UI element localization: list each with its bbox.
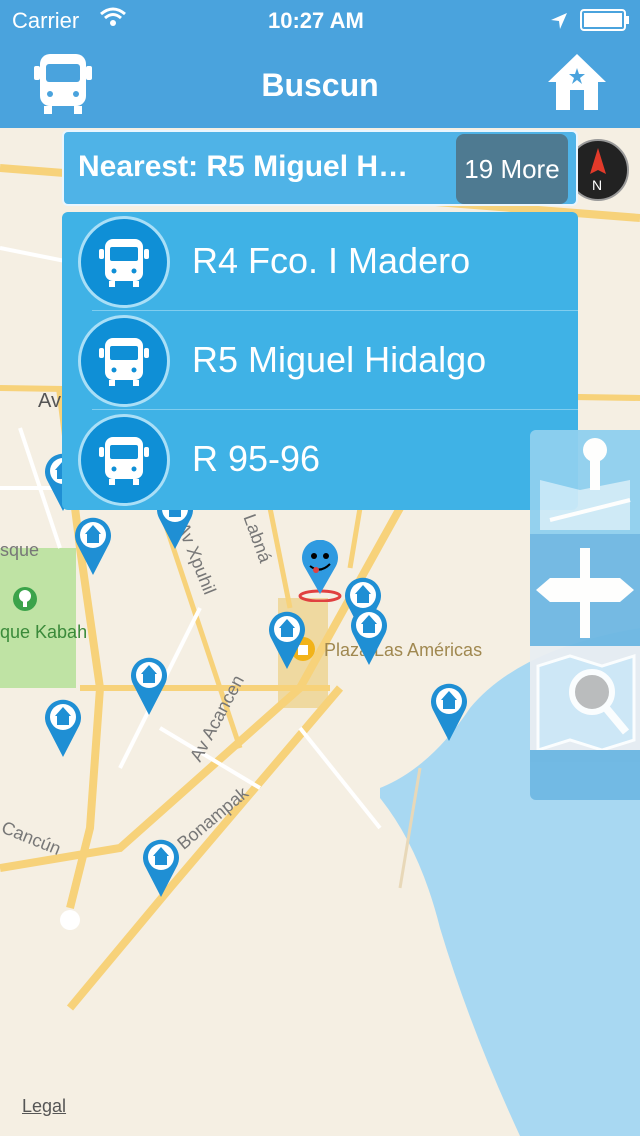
legal-link[interactable]: Legal: [22, 1096, 66, 1117]
road-label-av: Av: [38, 390, 61, 412]
bus-stop-pin[interactable]: [128, 654, 170, 721]
route-label: R5 Miguel Hidalgo: [192, 339, 487, 380]
carrier-text: Carrier: [12, 8, 80, 33]
park-tree-icon: [12, 586, 38, 617]
route-list-item[interactable]: R4 Fco. I Madero: [62, 212, 578, 311]
route-list: R4 Fco. I Madero R5 Miguel Hidalgo R 95-…: [62, 212, 578, 510]
clock: 10:27 AM: [268, 8, 364, 33]
location-arrow-icon: [550, 10, 568, 36]
user-location-marker[interactable]: [296, 539, 344, 607]
home-button[interactable]: [546, 52, 608, 117]
nav-bar: Buscun: [0, 40, 640, 128]
wifi-icon: [100, 6, 126, 34]
bus-stop-pin[interactable]: [428, 680, 470, 747]
directions-button[interactable]: [530, 538, 640, 642]
map-tools-panel: [530, 430, 640, 800]
route-label: R 95-96: [192, 438, 321, 479]
home-icon: [548, 54, 606, 110]
nearest-route-label: Nearest: R5 Miguel H…: [78, 150, 409, 183]
map-pin-button[interactable]: [530, 430, 640, 534]
map-search-button[interactable]: [530, 646, 640, 753]
park-label: que Kabah: [0, 622, 88, 642]
more-routes-button[interactable]: 19 More: [456, 134, 568, 204]
route-label: R4 Fco. I Madero: [192, 240, 471, 281]
route-list-item[interactable]: R 95-96: [62, 410, 578, 509]
bus-stop-pin[interactable]: [140, 836, 182, 903]
svg-text:N: N: [592, 177, 602, 193]
bus-stop-pin[interactable]: [266, 608, 308, 675]
signpost-icon: [536, 548, 634, 638]
park-label-2: sque: [0, 540, 40, 560]
status-bar: Carrier 10:27 AM: [0, 0, 640, 40]
map-search-icon: [536, 653, 636, 753]
bus-stop-pin[interactable]: [348, 604, 390, 671]
nearest-route-bar[interactable]: Nearest: R5 Miguel H… 19 More: [62, 130, 578, 206]
bus-stop-pin[interactable]: [42, 696, 84, 763]
battery-icon: [580, 9, 630, 37]
route-list-item[interactable]: R5 Miguel Hidalgo: [62, 311, 578, 410]
bus-icon: [78, 216, 170, 308]
map-pin-icon: [540, 438, 631, 530]
page-title: Buscun: [261, 67, 379, 103]
bus-icon: [78, 414, 170, 506]
bus-stop-pin[interactable]: [72, 514, 114, 581]
bus-icon: [78, 315, 170, 407]
